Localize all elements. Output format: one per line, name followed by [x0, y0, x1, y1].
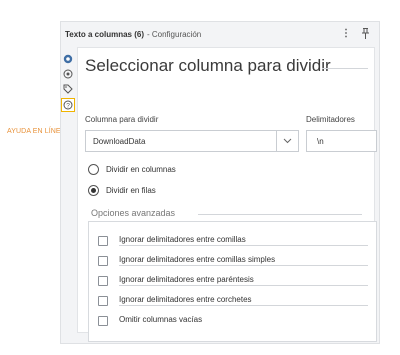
radio-button[interactable] [88, 164, 99, 175]
checkbox-label: Ignorar delimitadores entre corchetes [119, 295, 368, 306]
pin-icon[interactable] [361, 28, 370, 41]
side-rail: ? [61, 47, 75, 343]
advanced-options-title: Opciones avanzadas [91, 208, 176, 218]
radio-button-selected[interactable] [88, 185, 99, 196]
svg-text:?: ? [66, 102, 70, 109]
more-menu-icon[interactable]: ⋮ [341, 29, 351, 39]
help-icon[interactable]: ? [61, 98, 75, 112]
configuration-window: Texto a columnas (6) - Configuración ⋮ ?… [60, 21, 380, 344]
delimiters-input-value: \n [317, 136, 324, 146]
tag-icon[interactable] [62, 83, 74, 95]
checkbox[interactable] [98, 235, 108, 246]
checkbox[interactable] [98, 295, 108, 306]
checkbox-label: Omitir columnas vacías [119, 315, 203, 324]
online-help-annotation: AYUDA EN LÍNEA [7, 128, 66, 135]
column-select-value: DownloadData [93, 136, 146, 146]
delimiters-label: Delimitadores [306, 115, 355, 124]
column-select[interactable]: DownloadData [85, 130, 299, 152]
window-titlebar: Texto a columnas (6) - Configuración ⋮ [61, 22, 379, 47]
window-title: Texto a columnas (6) [65, 30, 144, 39]
checkbox-label: Ignorar delimitadores entre comillas [119, 235, 368, 246]
option-skip-empty-columns[interactable]: Omitir columnas vacías [98, 315, 368, 326]
option-ignore-single-quotes[interactable]: Ignorar delimitadores entre comillas sim… [98, 255, 368, 266]
option-ignore-brackets[interactable]: Ignorar delimitadores entre corchetes [98, 295, 368, 306]
advanced-divider [198, 214, 362, 215]
heading-divider [322, 68, 368, 69]
page-title: Seleccionar columna para dividir [85, 56, 331, 75]
option-ignore-double-quotes[interactable]: Ignorar delimitadores entre comillas [98, 235, 368, 246]
checkbox[interactable] [98, 275, 108, 286]
settings-icon[interactable] [62, 68, 74, 80]
window-subtitle: - Configuración [146, 30, 202, 39]
gear-icon[interactable] [62, 53, 74, 65]
configuration-panel: Seleccionar columna para dividir Columna… [77, 47, 377, 342]
radio-split-columns[interactable]: Dividir en columnas [88, 164, 176, 175]
delimiters-input[interactable]: \n [306, 130, 377, 152]
chevron-down-icon[interactable] [276, 131, 298, 151]
checkbox[interactable] [98, 255, 108, 266]
option-ignore-parentheses[interactable]: Ignorar delimitadores entre paréntesis [98, 275, 368, 286]
radio-split-rows[interactable]: Dividir en filas [88, 185, 156, 196]
checkbox-label: Ignorar delimitadores entre paréntesis [119, 275, 368, 286]
column-label: Columna para dividir [85, 115, 159, 124]
advanced-options-box: Ignorar delimitadores entre comillas Ign… [88, 221, 377, 342]
checkbox[interactable] [98, 315, 108, 326]
radio-label: Dividir en filas [106, 186, 156, 195]
checkbox-label: Ignorar delimitadores entre comillas sim… [119, 255, 368, 266]
radio-label: Dividir en columnas [106, 165, 176, 174]
